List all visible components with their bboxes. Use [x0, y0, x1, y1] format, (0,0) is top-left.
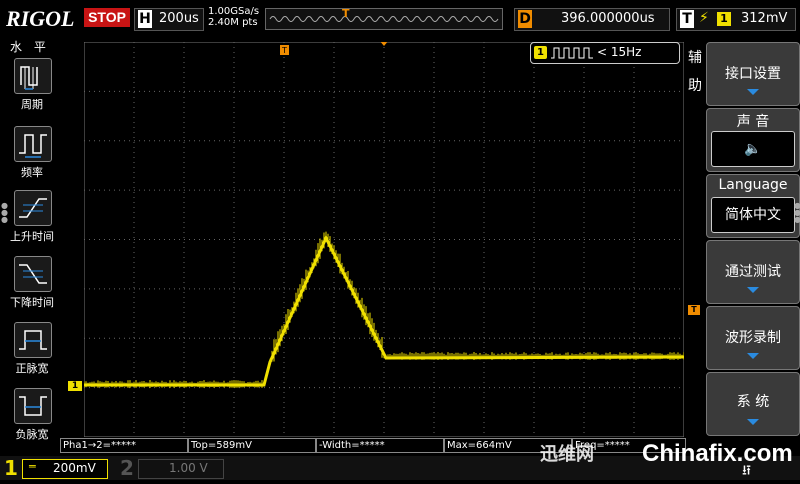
- measure-negative-width[interactable]: 负脉宽: [6, 386, 58, 448]
- watermark-cn: 迅维网: [540, 444, 594, 465]
- measure-fall-time[interactable]: 下降时间: [6, 254, 58, 316]
- sound-label: 声 音: [736, 114, 770, 130]
- pass-fail-label: 通过测试: [725, 264, 781, 280]
- measure-period-label: 周期: [21, 98, 43, 111]
- pass-fail-button[interactable]: 通过测试: [706, 240, 800, 304]
- ch1-ground-marker[interactable]: 1: [68, 381, 82, 391]
- rise-time-icon: [14, 190, 52, 226]
- ch2-number[interactable]: 2: [120, 456, 134, 480]
- ch2-scale: 1.00 V: [169, 461, 208, 475]
- speaker-icon: 🔈: [711, 131, 795, 167]
- sample-rate: 1.00GSa/s: [208, 6, 260, 17]
- svg-text:T: T: [281, 46, 287, 55]
- frequency-counter: 1 < 15Hz: [530, 42, 680, 64]
- memory-position-bar[interactable]: T: [265, 7, 503, 30]
- chevron-down-icon: [747, 419, 759, 425]
- chevron-down-icon: [747, 89, 759, 95]
- measure-fall-time-label: 下降时间: [10, 296, 54, 309]
- measure-menu-title: 水 平: [10, 40, 50, 54]
- negative-width-icon: [14, 388, 52, 424]
- measure-frequency-label: 频率: [21, 166, 43, 179]
- measure-positive-width-label: 正脉宽: [15, 362, 49, 375]
- language-label: Language: [718, 177, 788, 193]
- chevron-down-icon: [747, 353, 759, 359]
- timebase-value: 200us: [159, 11, 199, 26]
- delay-letter: D: [518, 10, 532, 28]
- waveform-record-label: 波形录制: [725, 330, 781, 346]
- measure-rise-time[interactable]: 上升时间: [6, 188, 58, 250]
- chevron-down-icon: [747, 287, 759, 293]
- language-button[interactable]: Language 简体中文: [706, 174, 800, 238]
- measure-period[interactable]: 周期: [6, 56, 58, 118]
- square-wave-icon: [551, 47, 593, 59]
- delay-value: 396.000000us: [561, 11, 655, 26]
- rising-edge-icon: ⚡: [699, 10, 709, 26]
- freq-channel-badge: 1: [534, 46, 547, 59]
- memory-waveform-thumbnail: [269, 16, 499, 22]
- page-dots-right: ● ● ●: [794, 201, 800, 224]
- trigger-level: 312mV: [741, 11, 788, 26]
- measure-menu: 水 平 周期 频率 ● ● ● 上升时间 下降时间 正脉宽 负脉宽: [0, 36, 62, 456]
- measurement-top: Top=589mV: [188, 438, 316, 453]
- horizontal-letter: H: [138, 10, 152, 28]
- system-button[interactable]: 系 统: [706, 372, 800, 436]
- horizontal-timebase[interactable]: H 200us: [134, 8, 204, 31]
- ch1-coupling-icon: ═: [29, 460, 36, 473]
- measure-negative-width-label: 负脉宽: [15, 428, 49, 441]
- ch1-scale: 200mV: [53, 461, 96, 475]
- sound-button[interactable]: 声 音 🔈: [706, 108, 800, 172]
- period-icon: [14, 58, 52, 94]
- frequency-value: < 15Hz: [597, 45, 642, 59]
- watermark-en: Chinafix.com: [642, 440, 793, 467]
- utility-menu: 接口设置 声 音 🔈 Language 简体中文 通过测试 波形录制 系 统 ●…: [684, 36, 800, 456]
- interface-settings-label: 接口设置: [725, 66, 781, 82]
- memory-depth: 2.40M pts: [208, 17, 258, 28]
- usb-icon: ⭿: [742, 463, 752, 479]
- language-value: 简体中文: [711, 197, 795, 233]
- ch1-number[interactable]: 1: [4, 456, 18, 480]
- waveform-record-button[interactable]: 波形录制: [706, 306, 800, 370]
- measure-frequency[interactable]: 频率: [6, 124, 58, 186]
- trigger-settings[interactable]: T ⚡ 1 312mV: [676, 8, 796, 31]
- run-stop-indicator[interactable]: STOP: [84, 8, 130, 27]
- positive-width-icon: [14, 322, 52, 358]
- interface-settings-button[interactable]: 接口设置: [706, 42, 800, 106]
- measurement-phase: Pha1→2=*****: [60, 438, 188, 453]
- top-status-bar: RIGOL STOP H 200us 1.00GSa/s 2.40M pts T…: [0, 0, 800, 36]
- brand-logo: RIGOL: [6, 6, 75, 31]
- frequency-icon: [14, 126, 52, 162]
- measurement-neg-width: -Width=*****: [316, 438, 444, 453]
- trigger-letter: T: [680, 10, 694, 28]
- trigger-source: 1: [717, 12, 731, 26]
- system-label: 系 统: [736, 394, 770, 410]
- ch1-scale-box[interactable]: ═ 200mV: [22, 459, 108, 479]
- fall-time-icon: [14, 256, 52, 292]
- measure-rise-time-label: 上升时间: [10, 230, 54, 243]
- horizontal-delay[interactable]: D 396.000000us: [514, 8, 670, 31]
- measure-positive-width[interactable]: 正脉宽: [6, 320, 58, 382]
- ch2-scale-box[interactable]: 1.00 V: [138, 459, 224, 479]
- trigger-position-marker: T: [342, 7, 350, 20]
- acquisition-info: 1.00GSa/s 2.40M pts: [208, 6, 259, 28]
- waveform-display[interactable]: T: [84, 42, 684, 437]
